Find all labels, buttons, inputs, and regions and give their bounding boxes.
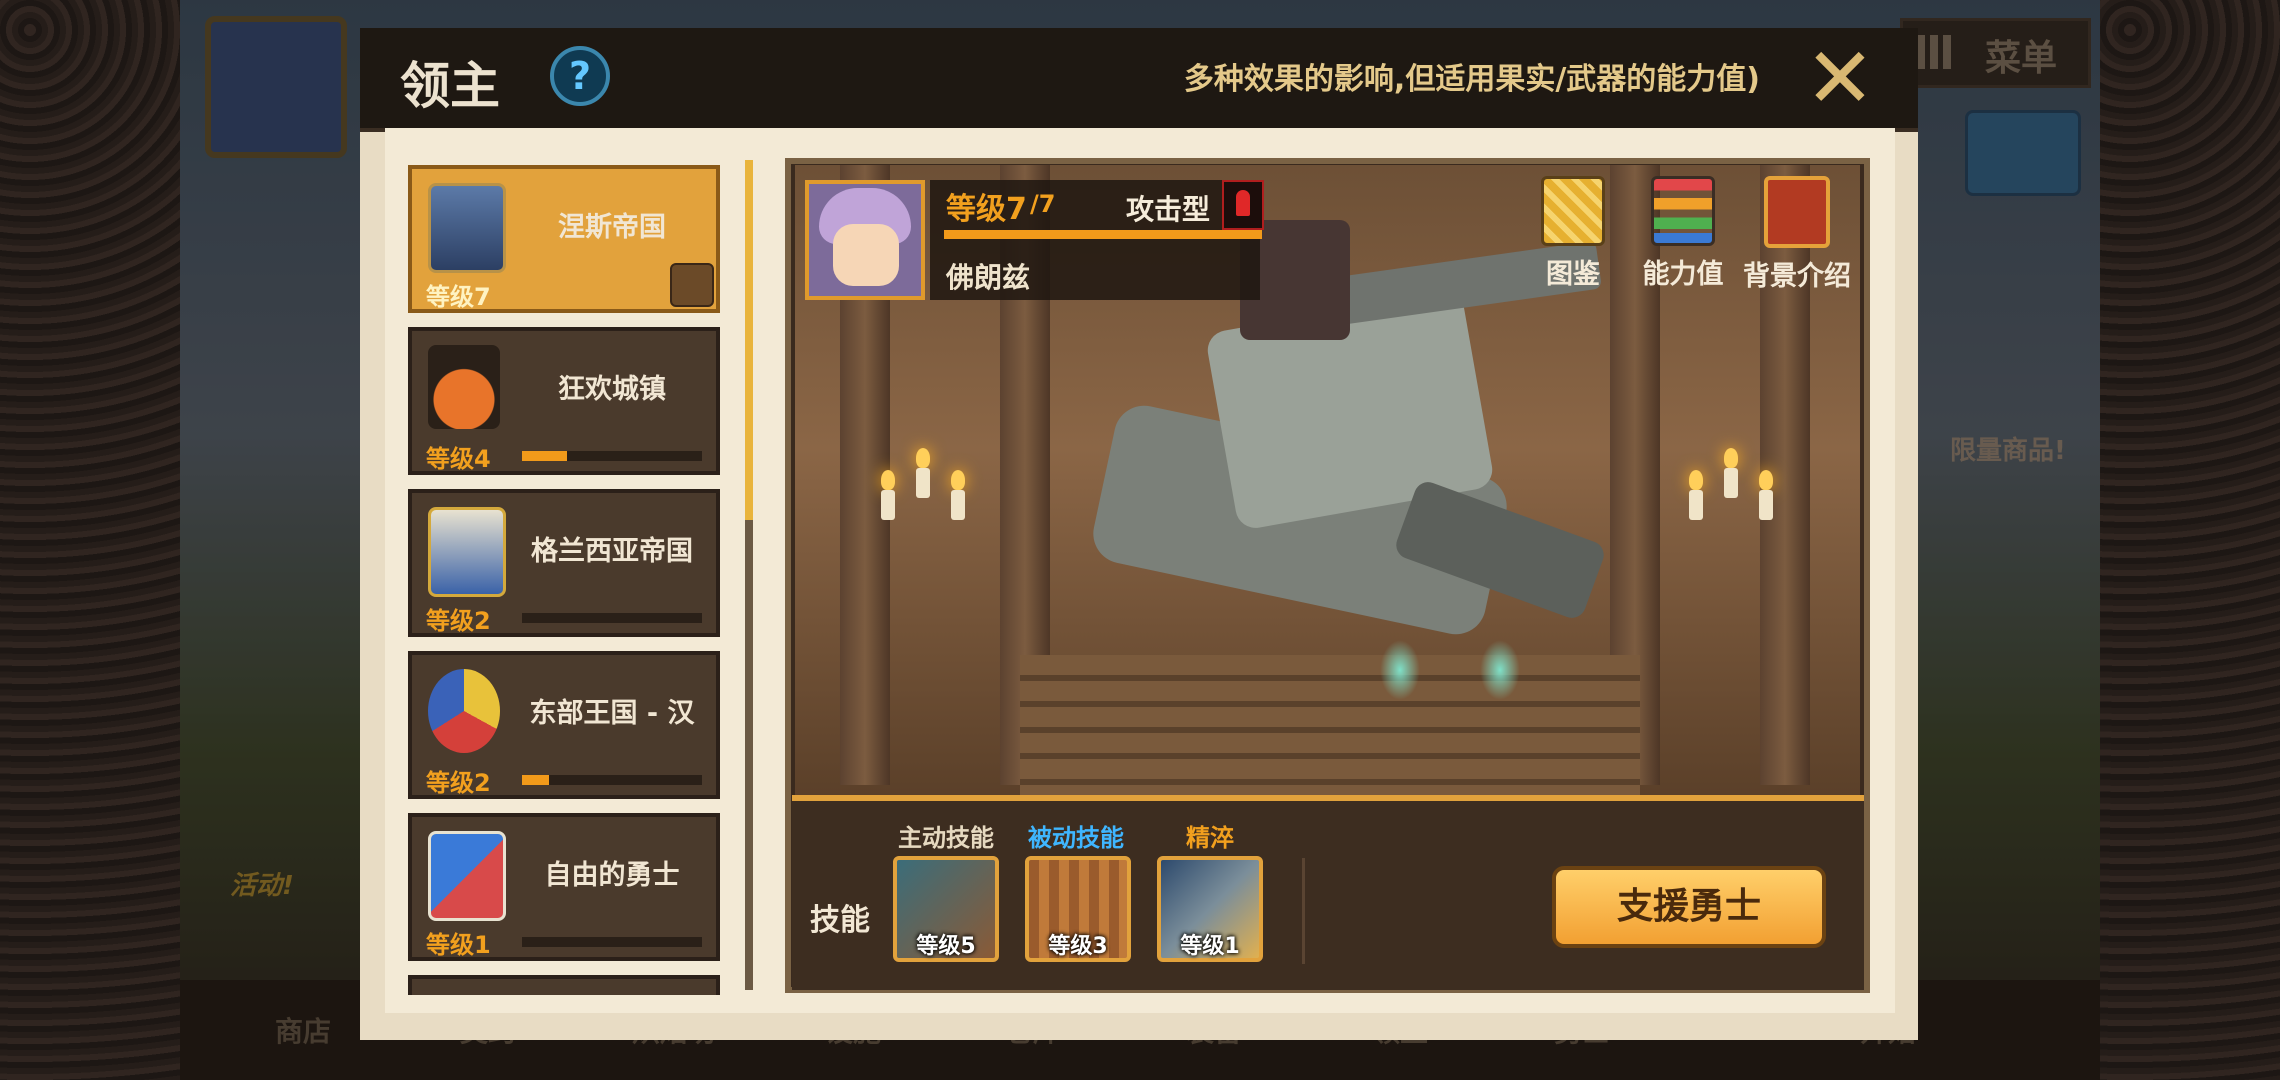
lord-level: 等级1 <box>426 931 491 959</box>
lord-card-carnival-town[interactable]: 狂欢城镇 等级4 <box>408 327 720 475</box>
lord-card-nes-empire[interactable]: 涅斯帝国 等级7 <box>408 165 720 313</box>
lord-card-free-warriors[interactable]: 自由的勇士 等级1 <box>408 813 720 961</box>
candle-icon <box>1724 468 1738 498</box>
skills-label: 技能 <box>810 903 870 938</box>
candle-icon <box>916 468 930 498</box>
refine-skill-header: 精淬 <box>1186 824 1234 852</box>
lord-level: 等级2 <box>426 769 491 797</box>
lord-card-grancia-empire[interactable]: 格兰西亚帝国 等级2 <box>408 489 720 637</box>
crest-emblem-icon <box>428 507 506 597</box>
hero-level-max: /7 <box>1030 190 1056 218</box>
tricolor-emblem-icon <box>428 669 500 753</box>
stats-bars-icon <box>1651 176 1715 246</box>
candle-icon <box>1759 490 1773 520</box>
story-label: 背景介绍 <box>1743 261 1851 292</box>
marquee-notice: 多种效果的影响,但适用果实/武器的能力值) <box>1183 62 1760 97</box>
hero-level: 等级7 <box>946 192 1027 227</box>
book-icon <box>1541 176 1605 246</box>
candle-flame-icon <box>1724 448 1738 468</box>
refine-skill-icon[interactable]: 等级1 <box>1157 856 1263 962</box>
lord-level: 等级7 <box>426 283 491 311</box>
hero-name: 佛朗兹 <box>946 261 1031 294</box>
modal-title: 领主 <box>400 56 500 115</box>
hero-portrait[interactable] <box>805 180 925 300</box>
candle-flame-icon <box>951 470 965 490</box>
hero-xp-bar <box>944 230 1262 239</box>
active-skill-icon[interactable]: 等级5 <box>893 856 999 962</box>
lord-name: 涅斯帝国 <box>558 212 666 243</box>
lord-progress-bar <box>522 613 702 623</box>
skill-level: 等级3 <box>1048 934 1108 959</box>
lord-level: 等级2 <box>426 607 491 635</box>
lord-card-next[interactable] <box>408 975 720 995</box>
pumpkin-emblem-icon <box>428 345 500 429</box>
stats-label: 能力值 <box>1642 259 1724 290</box>
scroll-book-icon <box>1764 176 1830 248</box>
lord-name: 狂欢城镇 <box>558 374 666 405</box>
candle-flame-icon <box>1689 470 1703 490</box>
help-icon[interactable]: ? <box>550 46 610 106</box>
lord-progress-bar <box>522 451 702 461</box>
candle-icon <box>881 490 895 520</box>
skills-divider <box>1302 858 1305 964</box>
lord-level: 等级4 <box>426 445 491 473</box>
shield-emblem-icon <box>428 183 506 273</box>
attack-type-icon <box>1222 180 1264 230</box>
story-button[interactable]: 背景介绍 <box>1742 176 1852 293</box>
lord-list[interactable]: 涅斯帝国 等级7 狂欢城镇 等级4 格兰西亚帝国 等级2 东部王国 - 汉 等级… <box>408 155 738 995</box>
passive-skill-icon[interactable]: 等级3 <box>1025 856 1131 962</box>
stats-button[interactable]: 能力值 <box>1628 176 1738 291</box>
wing-emblem-icon <box>428 831 506 921</box>
candle-icon <box>1689 490 1703 520</box>
lord-progress-bar <box>522 937 702 947</box>
skill-level: 等级1 <box>1180 934 1240 959</box>
support-hero-button[interactable]: 支援勇士 <box>1552 866 1826 948</box>
close-button[interactable]: ✕ <box>1800 36 1880 120</box>
codex-button[interactable]: 图鉴 <box>1518 176 1628 291</box>
active-skill-header: 主动技能 <box>898 824 994 852</box>
candle-flame-icon <box>881 470 895 490</box>
candle-icon <box>951 490 965 520</box>
lord-name: 格兰西亚帝国 <box>531 536 693 567</box>
passive-skill-header: 被动技能 <box>1028 824 1124 852</box>
hero-type: 攻击型 <box>1126 193 1211 226</box>
lord-card-eastern-kingdom[interactable]: 东部王国 - 汉 等级2 <box>408 651 720 799</box>
lord-name: 自由的勇士 <box>544 860 680 891</box>
chest-icon[interactable] <box>670 263 714 307</box>
candle-flame-icon <box>1759 470 1773 490</box>
skill-level: 等级5 <box>916 934 976 959</box>
list-scroll-thumb[interactable] <box>745 160 753 520</box>
lord-name: 东部王国 - 汉 <box>529 698 695 729</box>
lord-progress-bar <box>522 775 702 785</box>
candle-flame-icon <box>916 448 930 468</box>
codex-label: 图鉴 <box>1546 259 1600 290</box>
